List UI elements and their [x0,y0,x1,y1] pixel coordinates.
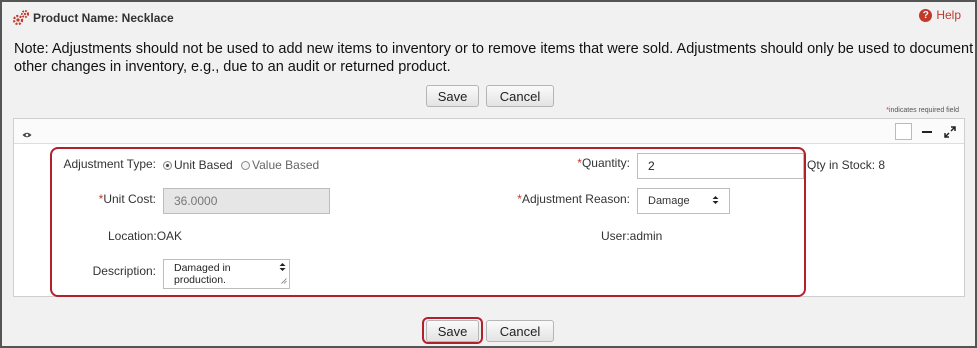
help-link[interactable]: ? Help [919,8,961,22]
gears-icon [12,9,30,27]
panel-toolbar [14,119,964,144]
required-legend: *indicates required field [886,107,959,114]
radio-value-based[interactable]: Value Based [241,158,319,172]
unit-cost-label: *Unit Cost: [58,192,156,206]
minimize-icon[interactable] [918,123,935,140]
adjustment-reason-label: *Adjustment Reason: [482,192,630,206]
description-line-2: production. [174,274,226,286]
help-label: Help [936,8,961,22]
save-button-bottom[interactable]: Save [426,320,479,342]
resize-grip-icon[interactable] [281,275,287,287]
unit-cost-input[interactable]: 36.0000 [163,188,330,214]
expand-icon[interactable] [941,123,958,140]
spinner-arrows-icon [279,262,286,275]
radio-unit-based-label: Unit Based [174,158,233,172]
select-arrows-icon [712,195,719,208]
quantity-input[interactable]: 2 [637,153,804,179]
description-textarea[interactable]: Damaged in production. [163,259,290,289]
description-label: Description: [92,264,156,278]
adjustment-reason-value: Damage [648,195,690,207]
cancel-button-top[interactable]: Cancel [486,85,554,107]
adjustment-reason-label-text: Adjustment Reason: [521,192,630,206]
required-legend-text: indicates required field [888,107,959,114]
radio-selected-icon [163,160,172,170]
description-line-1: Damaged in [174,262,231,274]
adjustment-note: Note: Adjustments should not be used to … [14,41,974,75]
checkbox-icon[interactable] [895,123,912,140]
adjustment-type-label: Adjustment Type: [63,157,157,171]
product-title: Product Name: Necklace [33,11,174,25]
panel-tools [895,123,958,140]
product-header: Product Name: Necklace [12,9,174,27]
user-text: User:admin [601,229,663,243]
eye-icon[interactable] [22,126,32,144]
radio-value-based-label: Value Based [252,158,320,172]
save-button-top[interactable]: Save [426,85,479,107]
unit-cost-label-text: Unit Cost: [103,192,156,206]
radio-unselected-icon [241,160,250,170]
radio-unit-based[interactable]: Unit Based [163,158,233,172]
dialog-frame: Product Name: Necklace ? Help Note: Adju… [0,0,977,348]
quantity-label-text: Quantity: [581,156,630,170]
location-text: Location:OAK [108,229,183,243]
help-icon: ? [919,8,933,22]
quantity-label: *Quantity: [542,156,630,170]
cancel-button-bottom[interactable]: Cancel [486,320,554,342]
adjustment-reason-select[interactable]: Damage [637,188,730,214]
qty-in-stock: Qty in Stock: 8 [807,158,886,172]
